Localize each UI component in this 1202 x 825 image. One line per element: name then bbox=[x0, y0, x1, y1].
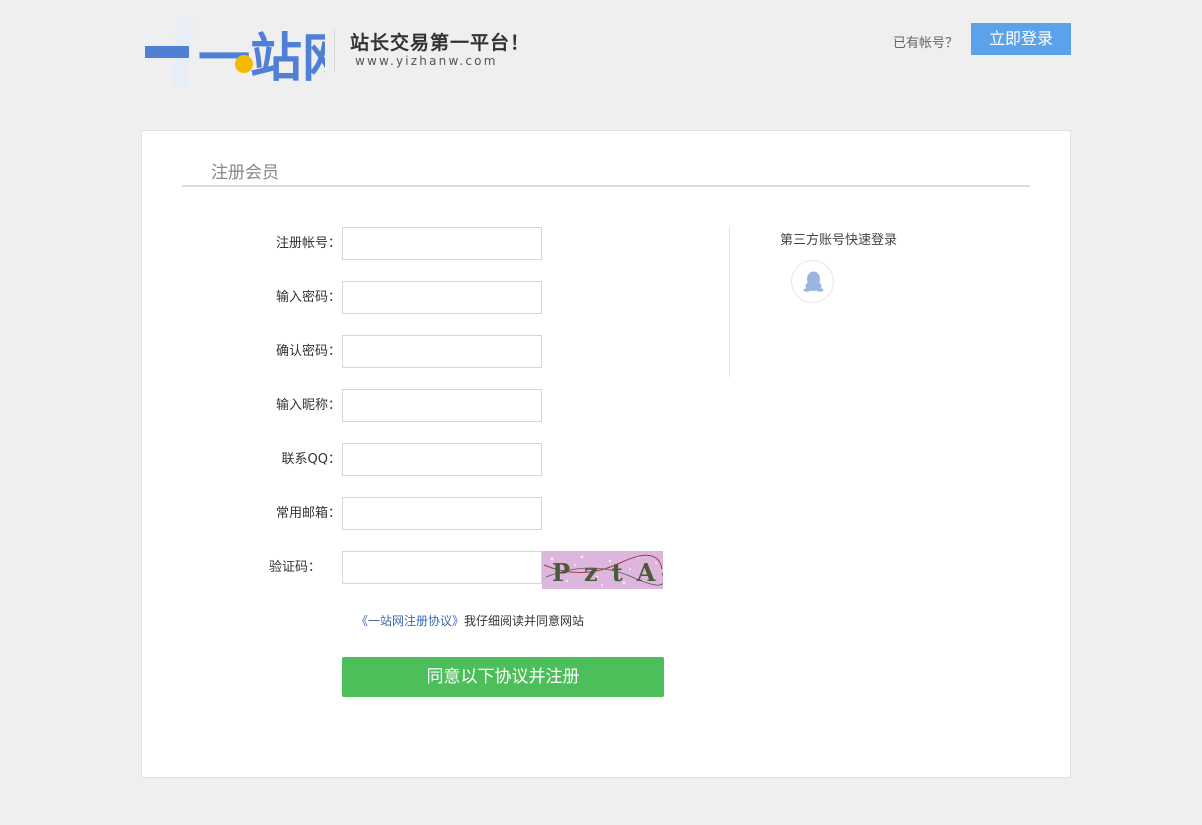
logo-divider bbox=[334, 30, 335, 72]
third-party-title: 第三方账号快速登录 bbox=[780, 233, 898, 248]
agreement: 《一站网注册协议》我仔细阅读并同意网站 bbox=[356, 612, 584, 629]
account-label: 注册帐号： bbox=[275, 236, 341, 251]
qq-input[interactable] bbox=[342, 443, 542, 476]
form-row-email: 常用邮箱： bbox=[142, 497, 702, 531]
form-row-nickname: 输入昵称： bbox=[142, 389, 702, 423]
register-button[interactable]: 同意以下协议并注册 bbox=[342, 657, 664, 697]
form-row-account: 注册帐号： bbox=[142, 227, 702, 261]
form-row-confirm-password: 确认密码： bbox=[142, 335, 702, 369]
logo-text: 一站网 bbox=[198, 29, 325, 89]
agreement-link[interactable]: 《一站网注册协议》 bbox=[356, 614, 464, 628]
password-input[interactable] bbox=[342, 281, 542, 314]
panel-title-rule bbox=[182, 185, 1030, 187]
form-row-captcha: 验证码： PztA bbox=[142, 551, 682, 589]
header: 一站网 站长交易第一平台！ www.yizhanw.com 已有帐号？ 立即登录 bbox=[0, 0, 1202, 110]
register-panel: 注册会员 注册帐号： 输入密码： 确认密码： 输入昵称： 联系QQ： 常用邮箱：… bbox=[141, 130, 1071, 778]
vertical-divider bbox=[729, 227, 730, 377]
domain-text: www.yizhanw.com bbox=[355, 54, 498, 68]
slogan: 站长交易第一平台！ bbox=[350, 32, 531, 54]
qq-login-button[interactable] bbox=[791, 260, 834, 303]
qq-label: 联系QQ： bbox=[281, 452, 341, 467]
confirm-password-label: 确认密码： bbox=[275, 344, 341, 359]
captcha-input[interactable] bbox=[342, 551, 542, 584]
password-label: 输入密码： bbox=[275, 290, 341, 305]
captcha-image[interactable]: PztA bbox=[542, 551, 665, 589]
email-label: 常用邮箱： bbox=[275, 506, 341, 521]
qq-icon bbox=[803, 271, 824, 292]
confirm-password-input[interactable] bbox=[342, 335, 542, 368]
agreement-text: 我仔细阅读并同意网站 bbox=[464, 614, 585, 628]
nickname-label: 输入昵称： bbox=[275, 398, 341, 413]
captcha-label: 验证码： bbox=[268, 560, 321, 575]
email-input[interactable] bbox=[342, 497, 542, 530]
login-button[interactable]: 立即登录 bbox=[971, 23, 1071, 55]
captcha-text: PztA bbox=[552, 558, 663, 587]
form-row-password: 输入密码： bbox=[142, 281, 702, 315]
account-input[interactable] bbox=[342, 227, 542, 260]
panel-title: 注册会员 bbox=[211, 163, 279, 183]
nickname-input[interactable] bbox=[342, 389, 542, 422]
site-logo[interactable]: 一站网 bbox=[140, 14, 354, 94]
have-account-text: 已有帐号？ bbox=[893, 36, 959, 51]
form-row-qq: 联系QQ： bbox=[142, 443, 702, 477]
